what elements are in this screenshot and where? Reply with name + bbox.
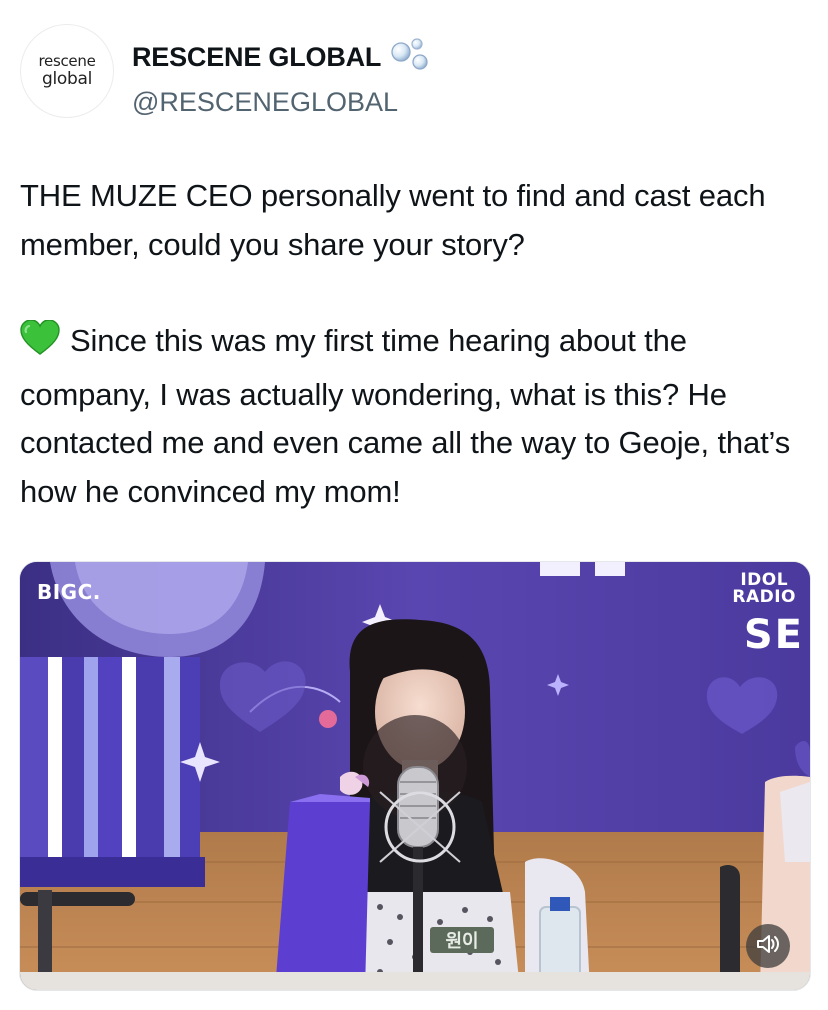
idol-radio-logo: IDOL RADIO — [732, 572, 796, 606]
speaker-icon — [755, 933, 781, 960]
tweet-paragraph-answer: Since this was my first time hearing abo… — [20, 317, 812, 516]
tweet-text: THE MUZE CEO personally went to find and… — [20, 172, 812, 516]
tweet-paragraph-question: THE MUZE CEO personally went to find and… — [20, 178, 766, 262]
avatar-text-line1: rescene — [38, 52, 96, 70]
mute-toggle-button[interactable] — [746, 924, 790, 968]
idol-radio-line2: RADIO — [732, 587, 796, 607]
video-frame — [20, 562, 810, 990]
video-player[interactable]: BIGC. IDOL RADIO SE 원이 — [19, 561, 811, 991]
answer-text: Since this was my first time hearing abo… — [20, 323, 791, 509]
account-names: RESCENE GLOBAL @RESCENEGLOBAL — [132, 36, 429, 118]
verified-bubbles-icon — [389, 36, 429, 79]
season-mark: SE — [743, 612, 804, 658]
display-name-text: RESCENE GLOBAL — [132, 42, 382, 72]
user-handle[interactable]: @RESCENEGLOBAL — [132, 87, 429, 118]
avatar[interactable]: rescene global — [20, 24, 114, 118]
display-name[interactable]: RESCENE GLOBAL — [132, 36, 429, 79]
bigc-logo: BIGC. — [37, 580, 101, 604]
name-tag: 원이 — [430, 927, 494, 953]
green-heart-icon — [20, 319, 60, 371]
tweet-header: rescene global RESCENE GLOBAL @RESCENEGL… — [20, 24, 810, 124]
avatar-text-line2: global — [41, 69, 93, 89]
